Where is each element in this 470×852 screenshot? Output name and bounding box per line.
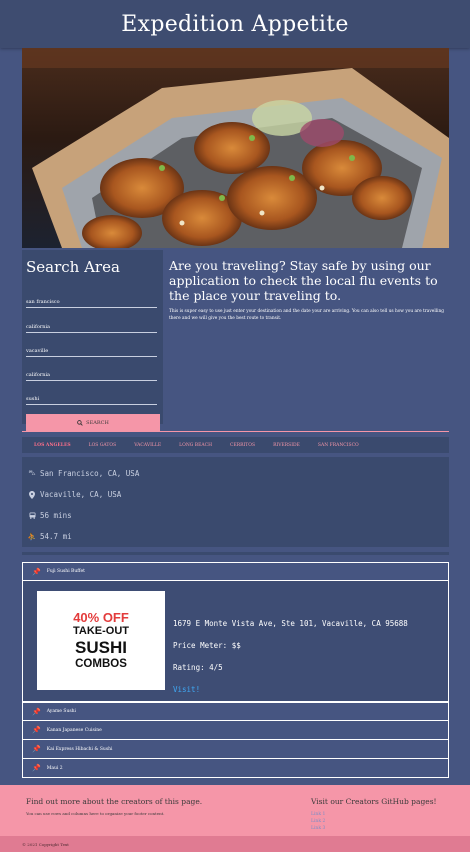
bus-icon	[28, 512, 36, 519]
copyright: © 2021 Copyright Text	[0, 836, 470, 852]
result-name: Kanan Japanese Cuisine	[46, 727, 102, 733]
pushpin-icon: 📌	[32, 707, 41, 716]
trip-info-panel: ⛍ San Francisco, CA, USA Vacaville, CA, …	[22, 457, 449, 547]
footer-right-title: Visit our Creators GitHub pages!	[311, 797, 437, 806]
food-type-input[interactable]: sushi	[26, 381, 157, 406]
tab-vacaville[interactable]: VACAVILLE	[134, 443, 161, 448]
search-panel: Search Area san francisco california vac…	[22, 250, 163, 432]
result-name: Fuji Sushi Buffet	[46, 569, 85, 574]
tab-san-francisco[interactable]: SAN FRANCISCO	[318, 443, 359, 448]
trip-origin-text: San Francisco, CA, USA	[40, 469, 140, 478]
ad-line-2: TAKE-OUT	[72, 625, 129, 637]
pushpin-icon: 📌	[32, 567, 41, 576]
footer-link-3[interactable]: Link 3	[311, 825, 437, 832]
footer-links: Visit our Creators GitHub pages! Link 1 …	[311, 797, 437, 832]
intro-section: Are you traveling? Stay safe by using ou…	[169, 258, 447, 322]
trip-duration-text: 56 mins	[40, 511, 72, 520]
ad-line-1: 40% OFF	[73, 610, 129, 625]
intro-body: This is super easy to use just enter you…	[169, 309, 444, 321]
pushpin-icon: 📌	[32, 726, 41, 734]
footer-left-sub: You can use rows and columns here to org…	[26, 811, 165, 816]
footer-link-2[interactable]: Link 2	[311, 818, 437, 825]
visit-link[interactable]: Visit!	[173, 685, 408, 694]
result-rating: Rating: 4/5	[173, 663, 223, 672]
origin-state-input[interactable]: california	[26, 308, 157, 333]
search-button-label: SEARCH	[86, 419, 109, 426]
result-item-expanded[interactable]: 📌 Fuji Sushi Buffet	[22, 562, 449, 581]
footer-left-title: Find out more about the creators of this…	[26, 797, 203, 806]
hero-image	[22, 48, 449, 248]
trip-duration: 56 mins	[28, 505, 443, 526]
ad-line-4: COMBOS	[75, 658, 127, 670]
tab-los-gatos[interactable]: LOS GATOS	[89, 443, 117, 448]
ad-line-3: SUSHI	[75, 638, 127, 657]
result-name: Ayame Sushi	[46, 709, 76, 714]
walk-icon: ⛹	[27, 532, 37, 541]
pushpin-icon: 📌	[32, 745, 41, 753]
trip-origin: ⛍ San Francisco, CA, USA	[28, 463, 443, 484]
result-name: Kai Express Hibachi & Sushi	[46, 746, 113, 752]
result-detail: 40% OFF TAKE-OUT SUSHI COMBOS 1679 E Mon…	[22, 581, 449, 702]
app-title: Expedition Appetite	[121, 11, 349, 37]
pin-icon	[28, 490, 36, 499]
app-header: Expedition Appetite	[0, 0, 470, 48]
trip-destination-text: Vacaville, CA, USA	[40, 490, 122, 499]
section-bar	[22, 552, 449, 555]
restaurant-ad-image: 40% OFF TAKE-OUT SUSHI COMBOS	[37, 591, 165, 690]
intro-heading: Are you traveling? Stay safe by using ou…	[169, 258, 438, 303]
car-icon: ⛍	[28, 469, 36, 477]
results-list: 📌 Fuji Sushi Buffet 40% OFF TAKE-OUT SUS…	[22, 562, 449, 778]
city-tabs: LOS ANGELES LOS GATOS VACAVILLE LONG BEA…	[22, 437, 449, 453]
result-price: Price Meter: $$	[173, 641, 241, 650]
result-name: Maui 2	[46, 765, 63, 771]
result-detail-text: 1679 E Monte Vista Ave, Ste 101, Vacavil…	[173, 619, 408, 707]
tab-los-angeles[interactable]: LOS ANGELES	[34, 443, 71, 448]
result-item[interactable]: 📌 Kanan Japanese Cuisine	[22, 721, 449, 740]
footer-link-1[interactable]: Link 1	[311, 811, 437, 818]
search-icon	[77, 420, 83, 426]
search-title: Search Area	[26, 258, 120, 276]
tab-long-beach[interactable]: LONG BEACH	[179, 443, 212, 448]
section-divider	[22, 431, 449, 432]
tab-riverside[interactable]: RIVERSIDE	[273, 443, 300, 448]
tab-cerritos[interactable]: CERRITOS	[230, 443, 255, 448]
origin-city-input[interactable]: san francisco	[26, 284, 157, 309]
footer-about: Find out more about the creators of this…	[26, 797, 202, 816]
page-footer: Find out more about the creators of this…	[0, 785, 470, 836]
search-button[interactable]: SEARCH	[26, 414, 160, 432]
trip-destination: Vacaville, CA, USA	[28, 484, 443, 505]
destination-state-input[interactable]: california	[26, 357, 157, 382]
result-item[interactable]: 📌 Kai Express Hibachi & Sushi	[22, 740, 449, 759]
trip-distance-text: 54.7 mi	[40, 532, 72, 541]
pushpin-icon: 📌	[32, 764, 41, 772]
destination-city-input[interactable]: vacaville	[26, 333, 157, 357]
trip-distance: ⛹ 54.7 mi	[28, 526, 443, 547]
result-address: 1679 E Monte Vista Ave, Ste 101, Vacavil…	[173, 619, 408, 628]
result-item[interactable]: 📌 Maui 2	[22, 759, 449, 778]
